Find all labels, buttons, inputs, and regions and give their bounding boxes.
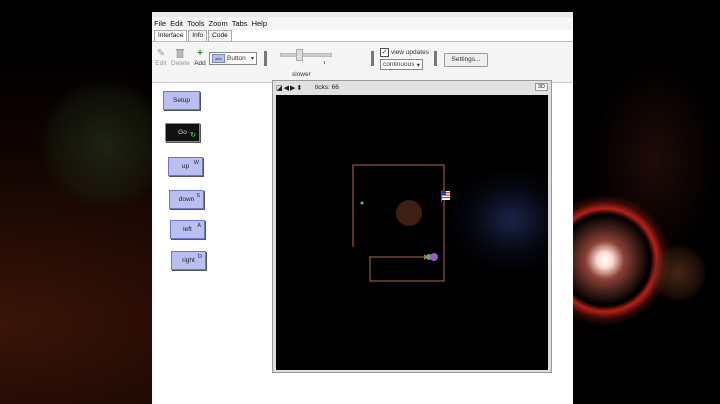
trash-icon (174, 47, 186, 59)
menu-tabs[interactable]: Tabs (230, 17, 250, 30)
menu-help[interactable]: Help (250, 17, 269, 30)
speed-slider-handle[interactable] (296, 49, 303, 61)
update-mode-select[interactable]: continuous ▾ (380, 59, 423, 70)
go-label: Go (178, 129, 187, 136)
right-label: right (182, 257, 195, 264)
lens-flare (40, 80, 170, 210)
view-updates-toggle[interactable]: ✓ view updates (380, 48, 429, 57)
update-mode-value: continuous (383, 61, 415, 68)
left-button[interactable]: left A (170, 220, 205, 239)
3d-view-button[interactable]: 3D (534, 83, 548, 91)
left-label: left (183, 226, 192, 233)
menu-file[interactable]: File (152, 17, 168, 30)
button-widget-icon: abc (212, 54, 225, 63)
left-hotkey: A (197, 223, 201, 229)
add-button[interactable]: + Add (194, 47, 206, 68)
setup-label: Setup (173, 97, 190, 104)
down-hotkey: S (196, 193, 200, 199)
world-view-panel: ◪ ◀ ▶ ⬍ ticks: 66 3D (272, 80, 552, 373)
forever-icon: ↻ (190, 132, 196, 139)
pencil-icon: ✎ (156, 47, 166, 59)
view-nav-controls[interactable]: ◪ ◀ ▶ ⬍ (276, 84, 302, 92)
down-label: down (178, 196, 195, 203)
down-button[interactable]: down S (169, 190, 204, 209)
interface-toolbar: ✎ Edit Delete + Add abc Button ▾ slower … (152, 41, 573, 83)
menu-zoom[interactable]: Zoom (207, 17, 230, 30)
add-label: Add (194, 60, 206, 67)
arrow-updown-icon[interactable]: ⬍ (296, 84, 302, 92)
menu-edit[interactable]: Edit (168, 17, 185, 30)
view-updates-checkbox[interactable]: ✓ (380, 48, 389, 57)
right-button[interactable]: right D (171, 251, 206, 270)
view-updates-label: view updates (391, 49, 429, 56)
tab-info[interactable]: Info (188, 30, 208, 41)
lens-flare (650, 245, 706, 301)
widget-type-dropdown[interactable]: abc Button ▾ (209, 52, 257, 65)
world-canvas[interactable] (276, 95, 548, 370)
up-label: up (181, 163, 190, 170)
settings-button[interactable]: Settings... (444, 53, 488, 67)
right-hotkey: D (198, 254, 202, 260)
edit-label: Edit (155, 60, 167, 67)
go-button[interactable]: Go ↻ (165, 123, 200, 142)
menu-bar: File Edit Tools Zoom Tabs Help (152, 17, 573, 30)
center-patch-circle (396, 200, 422, 226)
tab-interface[interactable]: Interface (154, 30, 188, 41)
arrow-right-icon[interactable]: ▶ (290, 84, 295, 92)
ticks-counter: ticks: 66 (315, 84, 339, 91)
view-control-strip: ◪ ◀ ▶ ⬍ ticks: 66 3D (273, 81, 551, 95)
lens-flare (446, 165, 548, 275)
lens-flare-core (560, 215, 650, 305)
chevron-down-icon: ▾ (250, 56, 254, 62)
toolbar-separator (264, 51, 267, 66)
setup-button[interactable]: Setup (163, 91, 200, 110)
arrow-left-icon[interactable]: ◀ (284, 84, 289, 92)
widget-type-value: Button (227, 55, 246, 62)
delete-label: Delete (171, 60, 190, 67)
resize-icon[interactable]: ◪ (276, 84, 283, 92)
speed-label: slower (292, 71, 311, 78)
up-hotkey: W (193, 160, 199, 166)
toolbar-separator (434, 51, 437, 66)
menu-tools[interactable]: Tools (185, 17, 207, 30)
turtle-head (430, 253, 438, 261)
chevron-down-icon: ▾ (416, 61, 420, 69)
tab-code[interactable]: Code (208, 30, 232, 41)
tab-strip: Interface Info Code (154, 30, 233, 41)
food-dot (360, 201, 364, 205)
speed-slider-tick (324, 61, 325, 64)
turtle-trail (352, 164, 445, 282)
speed-slider[interactable] (280, 49, 332, 61)
plus-icon: + (197, 47, 203, 59)
delete-button[interactable]: Delete (171, 47, 190, 67)
edit-button[interactable]: ✎ Edit (155, 47, 167, 68)
up-button[interactable]: up W (168, 157, 203, 176)
toolbar-separator (371, 51, 374, 66)
